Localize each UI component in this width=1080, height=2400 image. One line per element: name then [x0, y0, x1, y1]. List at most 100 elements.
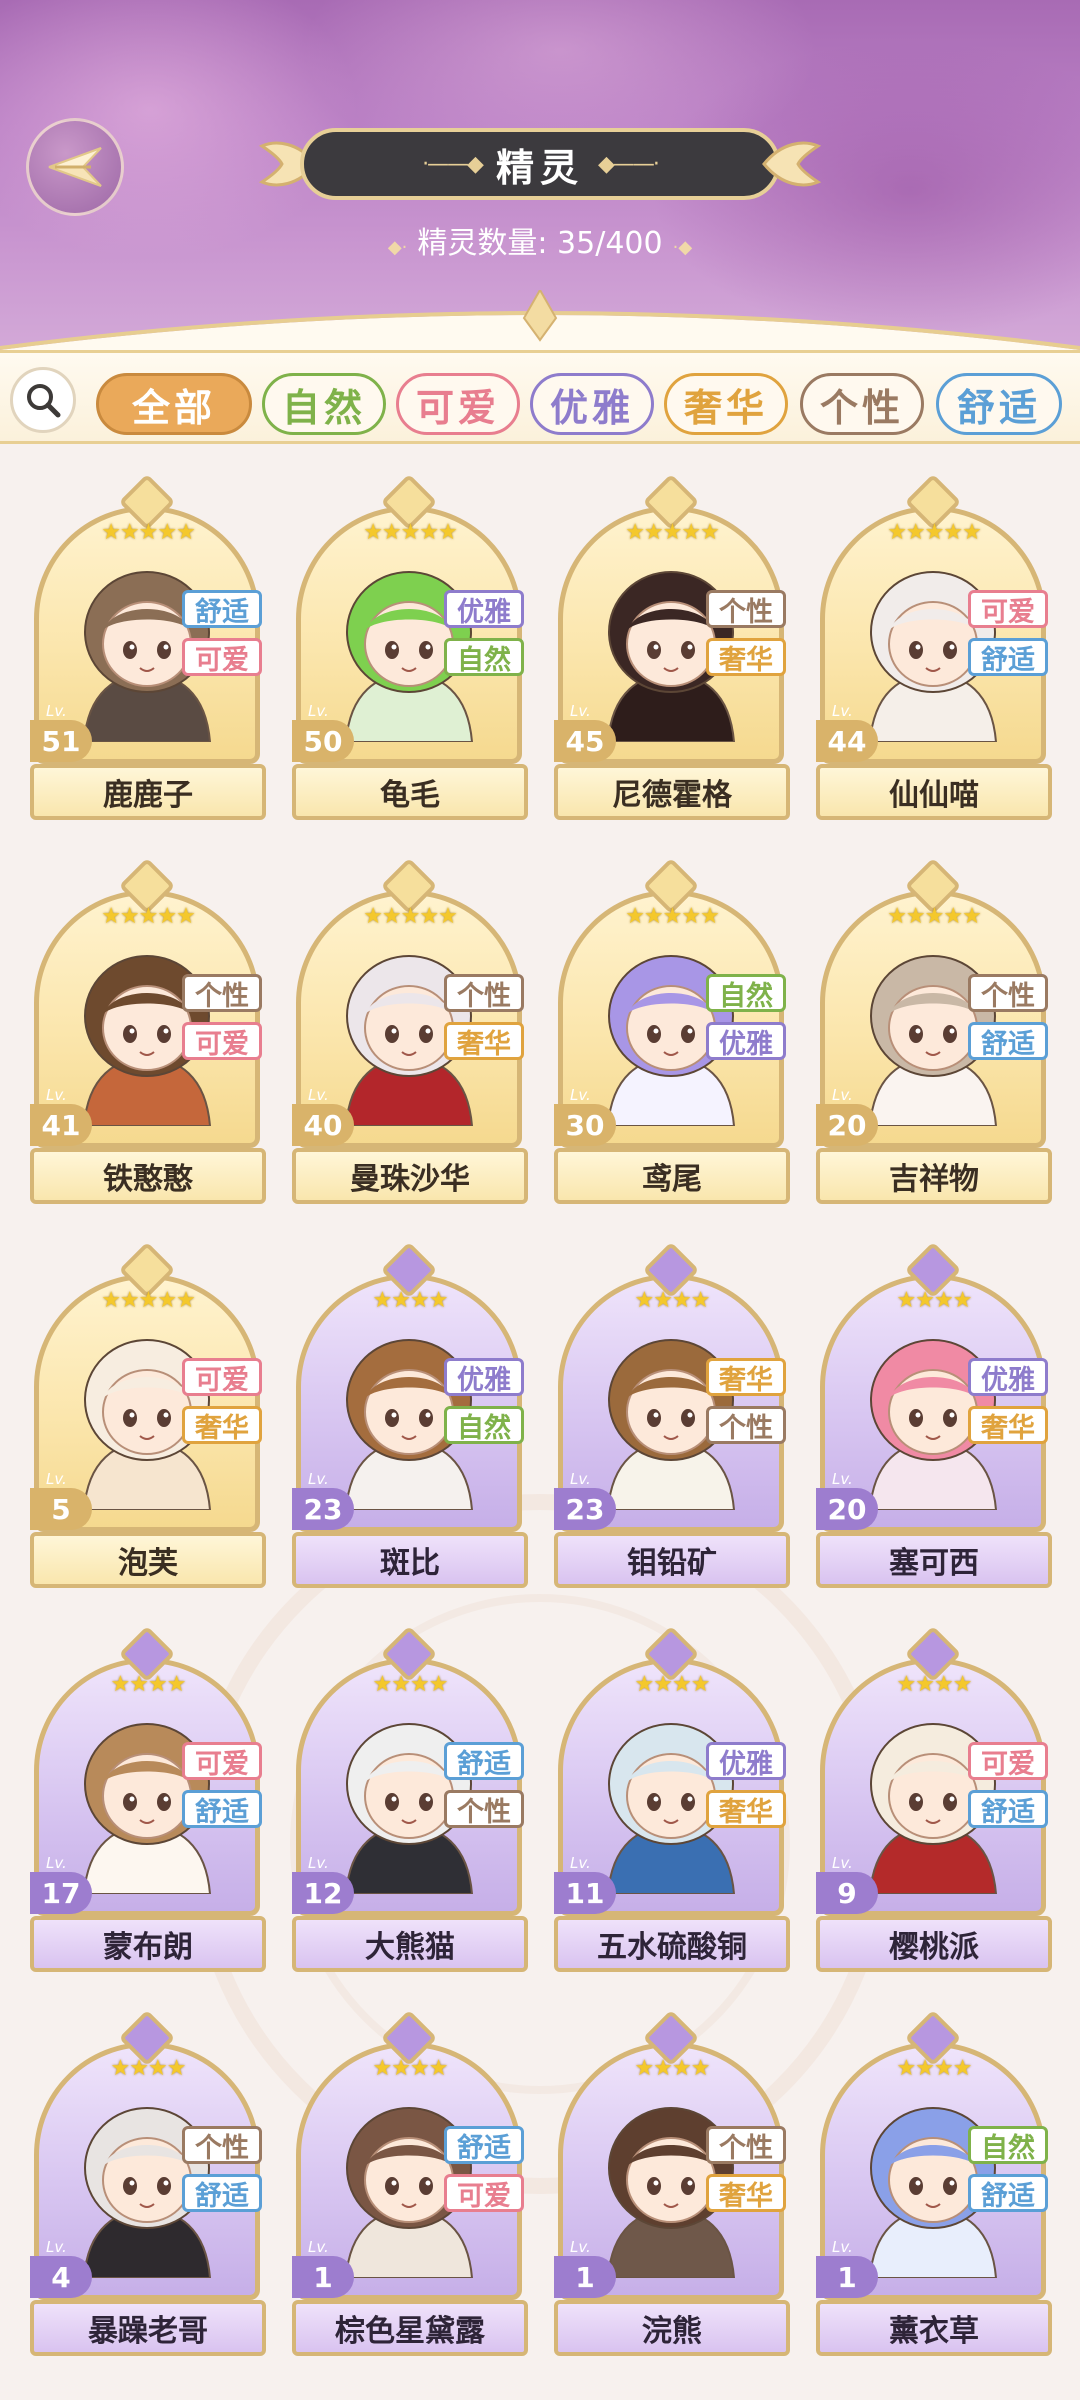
style-tag: 个性: [182, 974, 262, 1012]
sprite-name: 薰衣草: [816, 2300, 1052, 2356]
sprite-card[interactable]: ★★★★ 自然 舒适 Lv. 1 薰衣草: [816, 2009, 1052, 2358]
sprite-card[interactable]: ★★★★★ 舒适 可爱 Lv. 51 鹿鹿子: [30, 473, 266, 822]
level-badge: Lv. 45: [554, 700, 624, 764]
star-rating: ★★★★★: [101, 904, 196, 929]
level-number: 11: [554, 1872, 616, 1914]
level-number: 17: [30, 1872, 92, 1914]
sprite-name: 暴躁老哥: [30, 2300, 266, 2356]
style-tag: 优雅: [444, 1358, 524, 1396]
sprite-card[interactable]: ★★★★ 舒适 可爱 Lv. 1 棕色星黛露: [292, 2009, 528, 2358]
sprite-card[interactable]: ★★★★ 优雅 自然 Lv. 23 斑比: [292, 1241, 528, 1590]
sprite-card[interactable]: ★★★★ 优雅 奢华 Lv. 11 五水硫酸铜: [554, 1625, 790, 1974]
style-tag: 优雅: [706, 1742, 786, 1780]
style-tag: 个性: [706, 590, 786, 628]
sprite-name: 仙仙喵: [816, 764, 1052, 820]
sprite-card[interactable]: ★★★★ 优雅 奢华 Lv. 20 塞可西: [816, 1241, 1052, 1590]
filter-chip-label: 舒适: [956, 385, 1041, 430]
page-title: 精灵: [495, 145, 584, 190]
search-button[interactable]: [10, 367, 76, 433]
level-number: 20: [816, 1104, 878, 1146]
level-number: 23: [554, 1488, 616, 1530]
sprite-name: 塞可西: [816, 1532, 1052, 1588]
level-prefix: Lv.: [46, 1470, 67, 1488]
sprite-card[interactable]: ★★★★ 可爱 舒适 Lv. 9 樱桃派: [816, 1625, 1052, 1974]
filter-chip-0[interactable]: 全部: [96, 373, 252, 435]
level-number: 20: [816, 1488, 878, 1530]
style-tag: 优雅: [706, 1022, 786, 1060]
filter-chip-label: 奢华: [683, 385, 768, 430]
back-button[interactable]: [26, 118, 124, 216]
style-tag: 自然: [444, 1406, 524, 1444]
sprite-card[interactable]: ★★★★★ 可爱 奢华 Lv. 5 泡芙: [30, 1241, 266, 1590]
filter-chip-label: 个性: [819, 385, 904, 430]
filter-chip-6[interactable]: 舒适: [936, 373, 1062, 435]
sprite-card[interactable]: ★★★★★ 可爱 舒适 Lv. 44 仙仙喵: [816, 473, 1052, 822]
level-badge: Lv. 23: [554, 1468, 624, 1532]
sprite-card[interactable]: ★★★★ 奢华 个性 Lv. 23 钼铅矿: [554, 1241, 790, 1590]
sprite-name: 五水硫酸铜: [554, 1916, 790, 1972]
filter-chip-1[interactable]: 自然: [262, 373, 386, 435]
level-badge: Lv. 40: [292, 1084, 362, 1148]
sprite-card[interactable]: ★★★★★ 个性 舒适 Lv. 20 吉祥物: [816, 857, 1052, 1206]
sprite-card[interactable]: ★★★★ 可爱 舒适 Lv. 17 蒙布朗: [30, 1625, 266, 1974]
header-arch-divider: [0, 290, 1080, 350]
star-rating: ★★★★: [110, 1672, 187, 1697]
level-prefix: Lv.: [46, 702, 67, 720]
level-badge: Lv. 20: [816, 1084, 886, 1148]
level-number: 9: [816, 1872, 878, 1914]
level-prefix: Lv.: [308, 1470, 329, 1488]
sprite-card[interactable]: ★★★★★ 自然 优雅 Lv. 30 鸢尾: [554, 857, 790, 1206]
title-deco-left: ·——◆: [422, 151, 484, 177]
level-prefix: Lv.: [832, 2238, 853, 2256]
style-tag: 可爱: [182, 1022, 262, 1060]
sprite-card[interactable]: ★★★★★ 个性 奢华 Lv. 45 尼德霍格: [554, 473, 790, 822]
level-prefix: Lv.: [46, 1854, 67, 1872]
level-number: 5: [30, 1488, 92, 1530]
sprite-card[interactable]: ★★★★ 舒适 个性 Lv. 12 大熊猫: [292, 1625, 528, 1974]
level-badge: Lv. 51: [30, 700, 100, 764]
level-badge: Lv. 1: [554, 2236, 624, 2300]
star-rating: ★★★★: [372, 2056, 449, 2081]
level-prefix: Lv.: [832, 1854, 853, 1872]
filter-chip-4[interactable]: 奢华: [664, 373, 788, 435]
level-number: 44: [816, 720, 878, 762]
sprite-grid: ★★★★★ 舒适 可爱 Lv. 51 鹿鹿子 ★★★★★ 优雅 自然 Lv. 50 龟毛 ★★★★★ 个性…: [0, 444, 1080, 2400]
filter-chip-2[interactable]: 可爱: [396, 373, 520, 435]
level-badge: Lv. 12: [292, 1852, 362, 1916]
star-rating: ★★★★★: [887, 520, 982, 545]
sprite-card[interactable]: ★★★★ 个性 舒适 Lv. 4 暴躁老哥: [30, 2009, 266, 2358]
header: ·——◆ 精灵 ◆——· ◆· 精灵数量: 35/400 ·◆: [0, 0, 1080, 350]
sprite-name: 曼珠沙华: [292, 1148, 528, 1204]
star-rating: ★★★★★: [363, 904, 458, 929]
sprite-card[interactable]: ★★★★ 个性 奢华 Lv. 1 浣熊: [554, 2009, 790, 2358]
sprite-card[interactable]: ★★★★★ 个性 可爱 Lv. 41 铁憨憨: [30, 857, 266, 1206]
style-tag: 自然: [706, 974, 786, 1012]
sprite-card[interactable]: ★★★★★ 优雅 自然 Lv. 50 龟毛: [292, 473, 528, 822]
filter-chip-3[interactable]: 优雅: [530, 373, 654, 435]
level-prefix: Lv.: [308, 702, 329, 720]
star-rating: ★★★★: [372, 1672, 449, 1697]
filter-chip-5[interactable]: 个性: [800, 373, 924, 435]
sprite-name: 尼德霍格: [554, 764, 790, 820]
level-number: 12: [292, 1872, 354, 1914]
level-badge: Lv. 1: [816, 2236, 886, 2300]
sprite-name: 大熊猫: [292, 1916, 528, 1972]
star-rating: ★★★★: [896, 2056, 973, 2081]
search-icon: [27, 384, 61, 418]
level-prefix: Lv.: [832, 1086, 853, 1104]
level-number: 30: [554, 1104, 616, 1146]
style-tag: 舒适: [968, 1790, 1048, 1828]
sprite-card[interactable]: ★★★★★ 个性 奢华 Lv. 40 曼珠沙华: [292, 857, 528, 1206]
star-rating: ★★★★: [110, 2056, 187, 2081]
style-tag: 自然: [444, 638, 524, 676]
sprite-name: 鹿鹿子: [30, 764, 266, 820]
level-prefix: Lv.: [832, 1470, 853, 1488]
star-rating: ★★★★: [634, 1672, 711, 1697]
filter-chip-label: 全部: [131, 385, 216, 430]
style-tag: 舒适: [182, 2174, 262, 2212]
style-tag: 优雅: [968, 1358, 1048, 1396]
style-tag: 奢华: [706, 1790, 786, 1828]
style-tag: 舒适: [444, 1742, 524, 1780]
star-rating: ★★★★★: [101, 520, 196, 545]
filter-bar: 全部 自然 可爱 优雅 奢华 个性 舒适: [0, 350, 1080, 444]
